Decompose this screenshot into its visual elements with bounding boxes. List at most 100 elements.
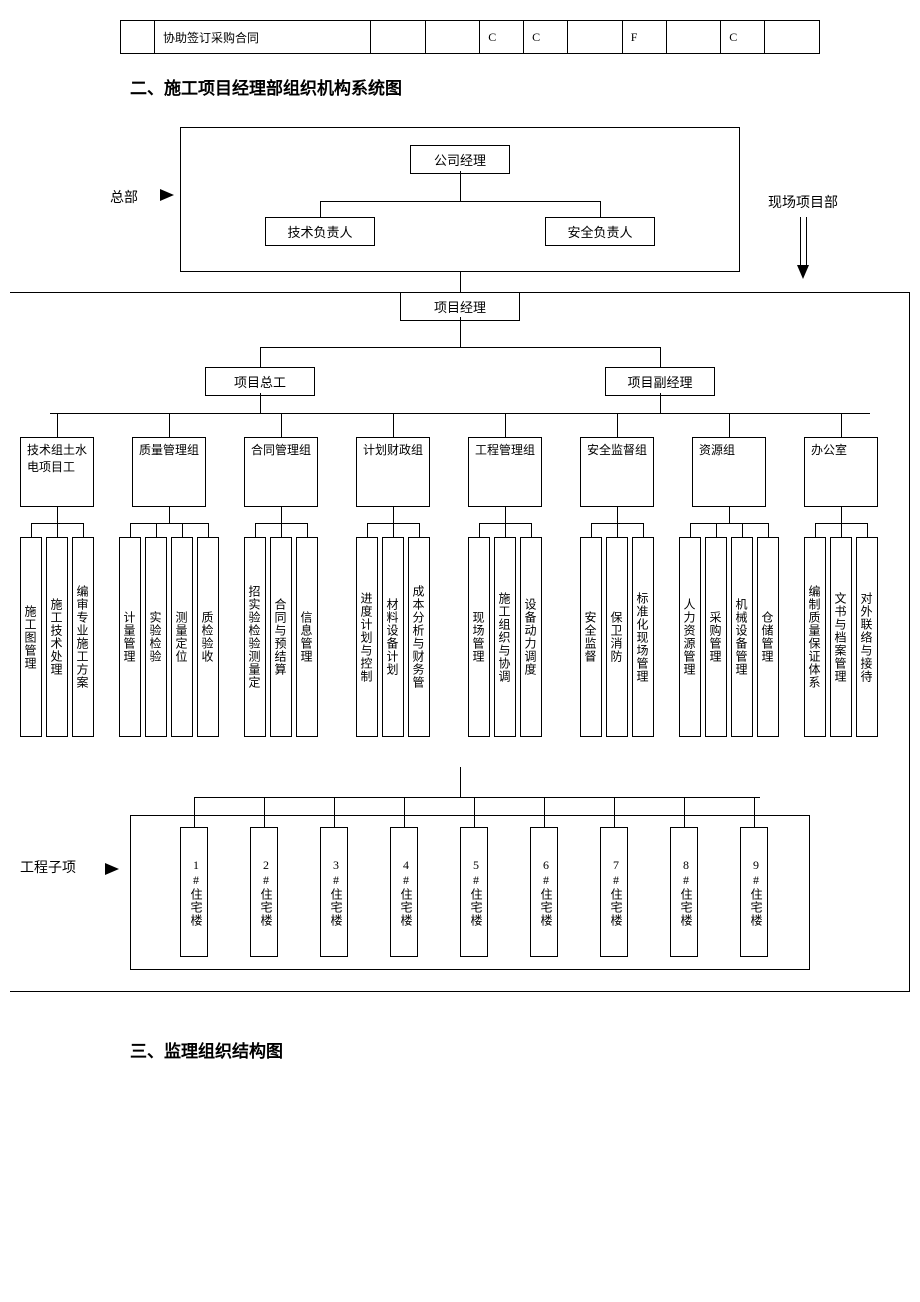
conn xyxy=(754,797,755,827)
tt-c3 xyxy=(370,21,425,54)
conn xyxy=(393,413,394,437)
subproject-box: 6#住宅楼 xyxy=(530,827,558,957)
task-box: 对外联络与接待 xyxy=(856,537,878,737)
subproj-label: 工程子项 xyxy=(20,857,76,877)
conn xyxy=(841,413,842,437)
conn xyxy=(729,413,730,437)
conn xyxy=(614,797,615,827)
task-box: 材料设备计划 xyxy=(382,537,404,737)
task-box: 合同与预结算 xyxy=(270,537,292,737)
conn xyxy=(57,523,58,537)
safety-lead-box: 安全负责人 xyxy=(545,217,655,246)
conn xyxy=(716,523,717,537)
conn xyxy=(264,797,265,827)
conn xyxy=(281,413,282,437)
tt-c11 xyxy=(765,21,820,54)
conn xyxy=(393,507,394,523)
conn xyxy=(841,523,842,537)
task-box: 现场管理 xyxy=(468,537,490,737)
group-box: 办公室 xyxy=(804,437,878,507)
conn xyxy=(815,523,816,537)
task-box: 安全监督 xyxy=(580,537,602,737)
hq-label: 总部 xyxy=(110,187,138,207)
conn xyxy=(169,507,170,523)
conn xyxy=(255,523,256,537)
task-box: 施工图管理 xyxy=(20,537,42,737)
task-box: 进度计划与控制 xyxy=(356,537,378,737)
task-box: 保卫消防 xyxy=(606,537,628,737)
tt-c2: 协助签订采购合同 xyxy=(154,21,370,54)
task-box: 机械设备管理 xyxy=(731,537,753,737)
conn xyxy=(31,523,32,537)
conn xyxy=(505,413,506,437)
tt-c1 xyxy=(121,21,155,54)
conn xyxy=(260,393,261,413)
conn xyxy=(57,413,58,437)
conn xyxy=(182,523,183,537)
task-box: 测量定位 xyxy=(171,537,193,737)
conn xyxy=(194,797,195,827)
conn xyxy=(393,523,394,537)
task-box: 文书与档案管理 xyxy=(830,537,852,737)
conn xyxy=(307,523,308,537)
org-diagram: 总部 现场项目部 公司经理 技术负责人 安全负责人 项目经理 项目总工 项目副经… xyxy=(10,117,910,997)
task-box: 标准化现场管理 xyxy=(632,537,654,737)
task-box: 编制质量保证体系 xyxy=(804,537,826,737)
task-box: 采购管理 xyxy=(705,537,727,737)
conn xyxy=(130,523,131,537)
conn xyxy=(260,347,261,367)
subproject-box: 5#住宅楼 xyxy=(460,827,488,957)
conn xyxy=(544,797,545,827)
conn xyxy=(841,507,842,523)
conn xyxy=(460,272,461,292)
conn xyxy=(690,523,768,524)
conn xyxy=(169,413,170,437)
conn xyxy=(334,797,335,827)
subproject-box: 7#住宅楼 xyxy=(600,827,628,957)
conn xyxy=(460,317,461,347)
subproject-box: 9#住宅楼 xyxy=(740,827,768,957)
group-box: 安全监督组 xyxy=(580,437,654,507)
conn xyxy=(404,797,405,827)
ceo-box: 公司经理 xyxy=(410,145,510,174)
chief-eng-box: 项目总工 xyxy=(205,367,315,396)
task-box: 施工技术处理 xyxy=(46,537,68,737)
task-box: 设备动力调度 xyxy=(520,537,542,737)
group-box: 合同管理组 xyxy=(244,437,318,507)
task-box: 计量管理 xyxy=(119,537,141,737)
tt-c6: C xyxy=(524,21,568,54)
conn xyxy=(867,523,868,537)
conn xyxy=(684,797,685,827)
conn xyxy=(617,523,618,537)
task-box: 施工组织与协调 xyxy=(494,537,516,737)
conn xyxy=(320,201,600,202)
group-box: 资源组 xyxy=(692,437,766,507)
task-box: 人力资源管理 xyxy=(679,537,701,737)
task-box: 成本分析与财务管 xyxy=(408,537,430,737)
subproject-box: 3#住宅楼 xyxy=(320,827,348,957)
conn xyxy=(281,507,282,523)
tt-c8: F xyxy=(622,21,666,54)
task-box: 仓储管理 xyxy=(757,537,779,737)
conn xyxy=(531,523,532,537)
conn xyxy=(460,171,461,201)
tech-lead-box: 技术负责人 xyxy=(265,217,375,246)
site-label: 现场项目部 xyxy=(768,192,838,212)
conn xyxy=(768,523,769,537)
conn xyxy=(460,767,461,797)
hq-arrow-icon xyxy=(160,189,174,201)
task-box: 信息管理 xyxy=(296,537,318,737)
conn xyxy=(729,507,730,523)
tt-c9 xyxy=(666,21,721,54)
tt-c10: C xyxy=(721,21,765,54)
conn xyxy=(591,523,592,537)
conn xyxy=(617,507,618,523)
conn xyxy=(57,507,58,523)
conn xyxy=(690,523,691,537)
conn xyxy=(643,523,644,537)
tt-c4 xyxy=(425,21,480,54)
conn xyxy=(50,413,870,414)
group-box: 技术组土水电项目工 xyxy=(20,437,94,507)
heading-2: 二、施工项目经理部组织机构系统图 xyxy=(130,74,910,99)
subproj-arrow-icon xyxy=(105,863,119,875)
